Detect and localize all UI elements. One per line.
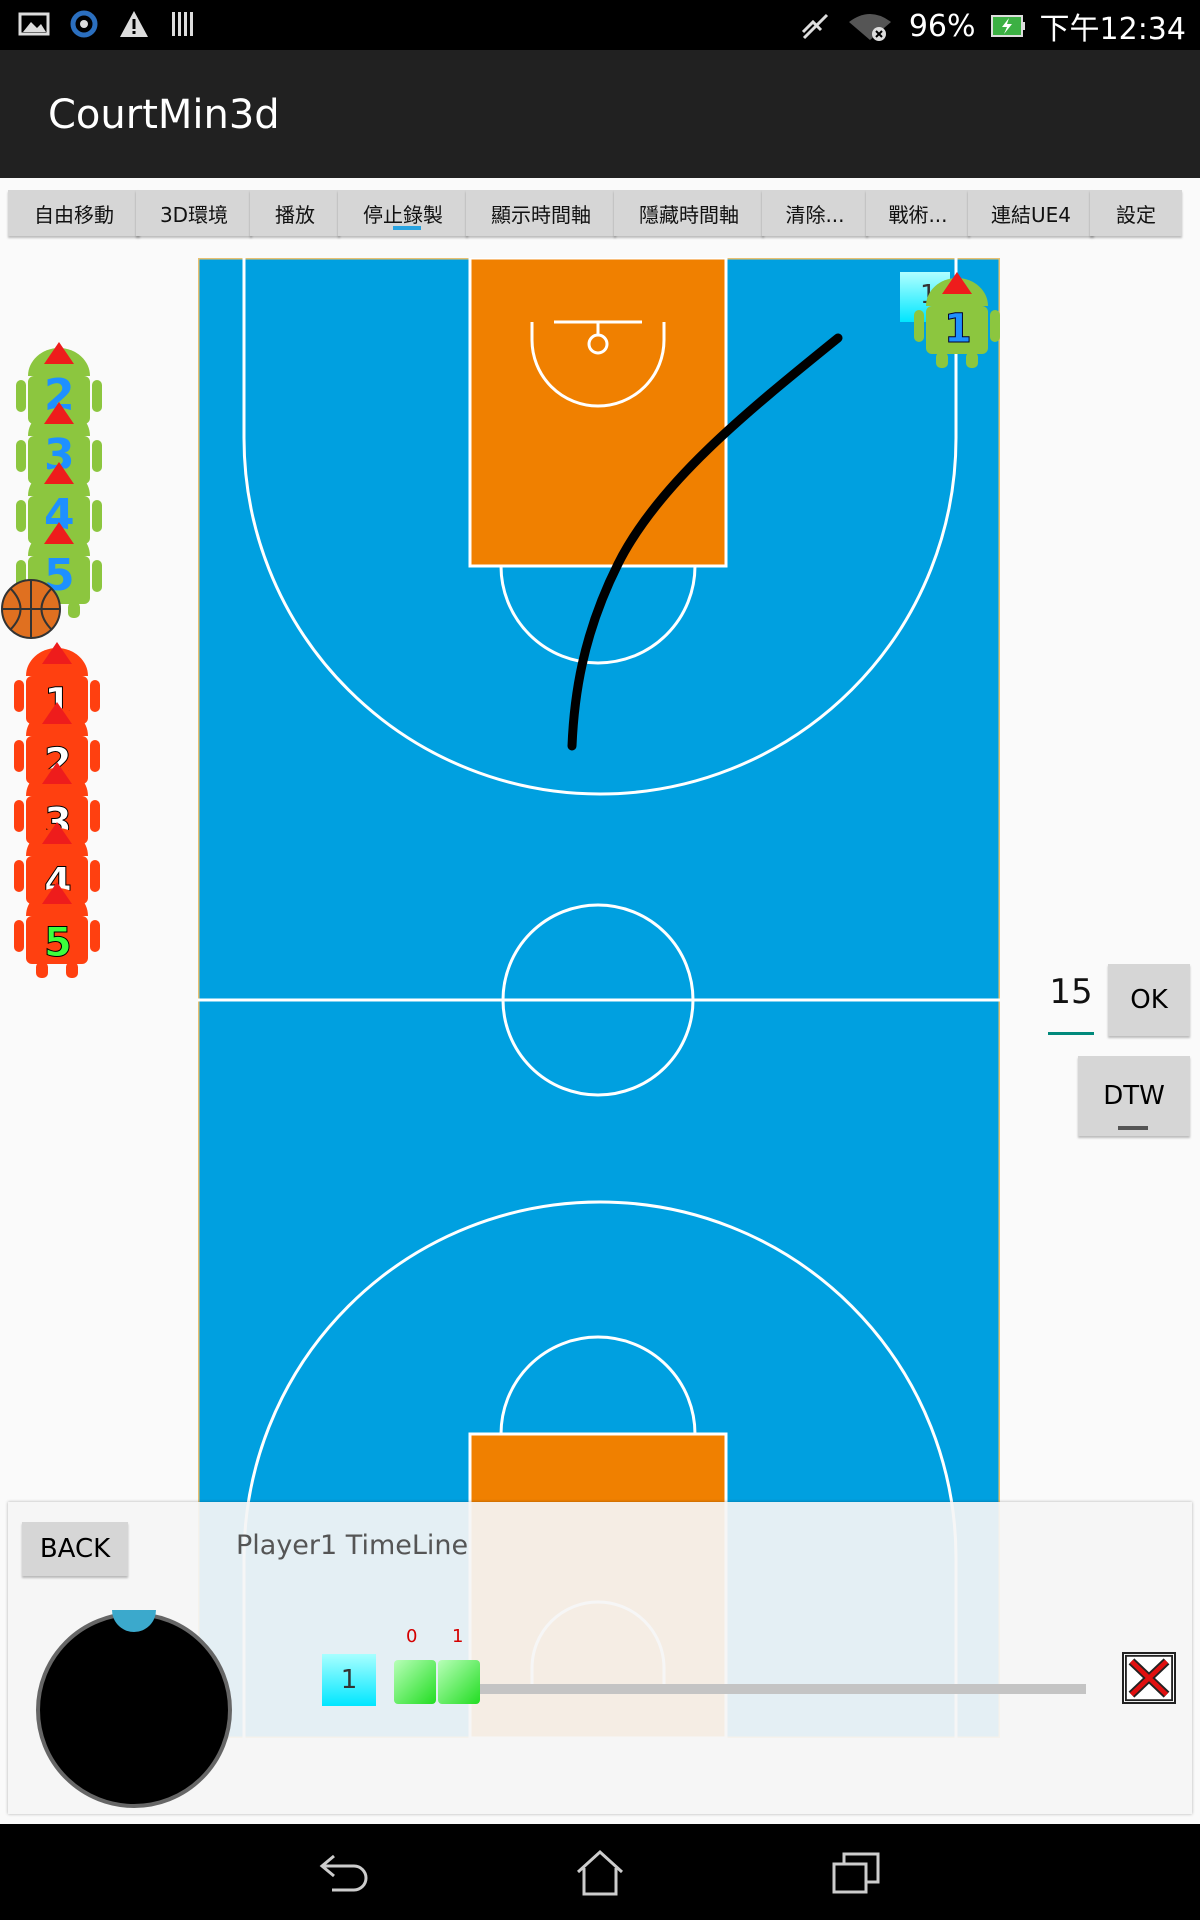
keyframe-label: 1 (452, 1626, 464, 1647)
dtw-button[interactable]: DTW (1078, 1056, 1190, 1136)
basketball-icon[interactable] (0, 578, 62, 640)
barcode-icon (172, 12, 193, 36)
battery-charging-icon (990, 15, 1025, 37)
status-bar: 96% 下午12:34 (0, 0, 1200, 50)
image-icon (18, 12, 50, 36)
hide-timeline-button[interactable]: 隱藏時間軸 (614, 190, 764, 236)
joystick[interactable] (36, 1612, 232, 1808)
3d-environment-button[interactable]: 3D環境 (136, 190, 252, 236)
play-button[interactable]: 播放 (250, 190, 340, 236)
settings-button[interactable]: 設定 (1090, 190, 1182, 236)
clock: 下午12:34 (1039, 12, 1186, 47)
court-player-green-1[interactable]: 1 (912, 270, 1002, 370)
free-move-button[interactable]: 自由移動 (8, 190, 140, 236)
recents-icon[interactable] (830, 1850, 882, 1896)
bench-player-red-5[interactable]: 5 (12, 880, 102, 980)
app-title: CourtMin3d (48, 92, 280, 138)
wifi-icon (848, 14, 891, 41)
number-input[interactable]: 15 (1048, 972, 1094, 1035)
battery-percent: 96% (908, 8, 976, 44)
keyframe-1[interactable] (438, 1660, 480, 1704)
connect-ue4-button[interactable]: 連結UE4 (968, 190, 1094, 236)
timeline-player-chip[interactable]: 1 (322, 1654, 376, 1706)
mute-icon (801, 13, 828, 40)
back-button[interactable]: BACK (22, 1522, 128, 1576)
home-icon[interactable] (574, 1848, 626, 1898)
show-timeline-button[interactable]: 顯示時間軸 (466, 190, 616, 236)
ok-button[interactable]: OK (1108, 964, 1190, 1036)
stop-recording-button[interactable]: 停止錄製 (338, 190, 468, 236)
tactics-button[interactable]: 戰術... (866, 190, 970, 236)
timeline-title: Player1 TimeLine (236, 1530, 469, 1561)
toolbar: 自由移動 3D環境 播放 停止錄製 顯示時間軸 隱藏時間軸 清除... 戰術..… (0, 180, 1200, 244)
keyframe-0[interactable] (394, 1660, 436, 1704)
timeline-track[interactable] (474, 1684, 1086, 1694)
navigation-bar (0, 1824, 1200, 1920)
warning-icon (120, 11, 148, 37)
app-bar: CourtMin3d (0, 50, 1200, 178)
keyframe-label: 0 (406, 1626, 418, 1647)
sync-icon (70, 10, 98, 38)
back-icon[interactable] (318, 1852, 370, 1896)
close-icon[interactable] (1122, 1652, 1176, 1704)
clear-button[interactable]: 清除... (762, 190, 868, 236)
